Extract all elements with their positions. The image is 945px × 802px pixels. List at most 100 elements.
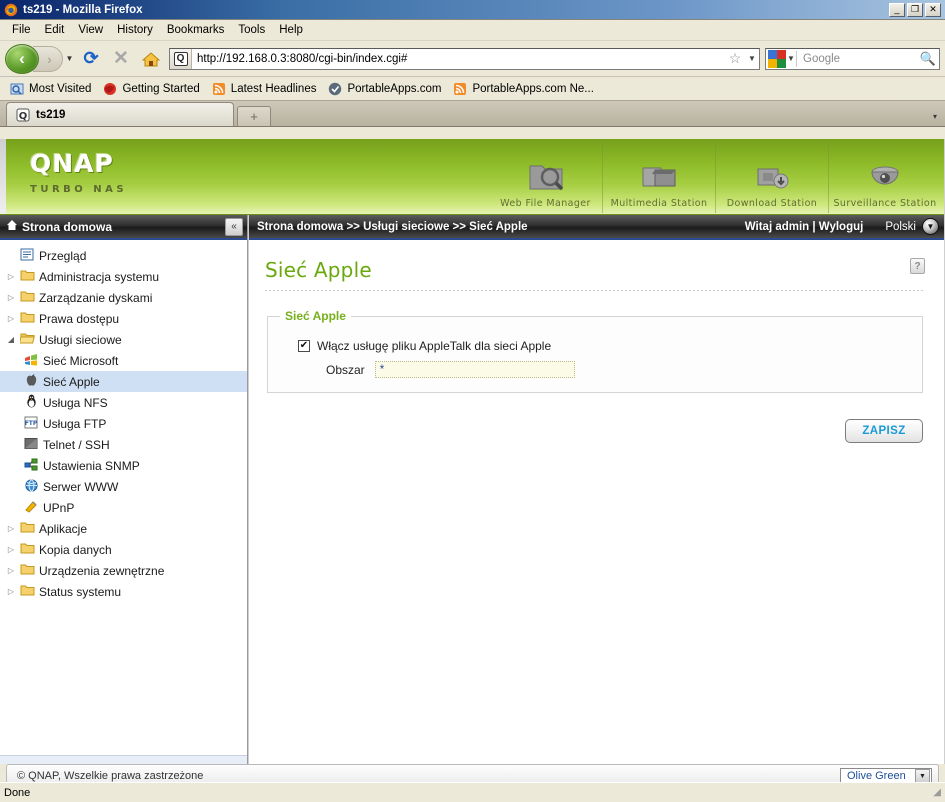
home-icon [6,219,18,234]
sidebar-item-label: Usługi sieciowe [39,332,122,347]
welcome-logout[interactable]: Witaj admin | Wyloguj [745,221,864,233]
sidebar-item-label: Zarządzanie dyskami [39,290,153,305]
tree-arrow-icon[interactable]: ▷ [4,545,18,554]
sidebar-item-usluga-nfs[interactable]: Usługa NFS [0,392,247,413]
sidebar-item-prawa-dostepu[interactable]: ▷ Prawa dostępu [0,308,247,329]
page-content: QNAP TURBO NAS Web File Manager Multimed… [0,139,945,764]
bookmark-getting-started[interactable]: Getting Started [99,79,205,99]
tree-arrow-icon[interactable]: ▷ [4,314,18,323]
tab-ts219[interactable]: Q ts219 [6,102,234,126]
qnap-banner: QNAP TURBO NAS Web File Manager Multimed… [0,139,945,215]
sidebar-item-administracja-systemu[interactable]: ▷ Administracja systemu [0,266,247,287]
sidebar-item-aplikacje[interactable]: ▷ Aplikacje [0,518,247,539]
resize-grip-icon[interactable]: ◢ [927,787,941,798]
sidebar-item-usluga-ftp[interactable]: FTP Usługa FTP [0,413,247,434]
tree-arrow-icon[interactable]: ▷ [4,293,18,302]
sidebar-item-uslugi-sieciowe[interactable]: ◢ Usługi sieciowe [0,329,247,350]
search-engine-caret-icon[interactable]: ▼ [786,50,797,67]
search-input[interactable]: Google [797,53,917,65]
bookmark-label: Most Visited [29,82,92,95]
folder-icon [18,269,36,284]
menu-bookmarks[interactable]: Bookmarks [160,22,232,38]
sidebar-item-telnet-ssh[interactable]: Telnet / SSH [0,434,247,455]
station-multimedia[interactable]: Multimedia Station [602,141,715,213]
bookmark-portableapps[interactable]: PortableApps.com [324,79,447,99]
bookmark-latest-headlines[interactable]: Latest Headlines [208,79,323,99]
tree-arrow-icon[interactable]: ▷ [4,566,18,575]
tab-strip: Q ts219 + ▾ [0,101,945,127]
qnap-favicon: Q [15,107,31,123]
bookmark-label: PortableApps.com Ne... [472,82,594,95]
url-input[interactable]: http://192.168.0.3:8080/cgi-bin/index.cg… [192,53,725,65]
sidebar-item-label: Ustawienia SNMP [43,458,140,473]
sidebar-item-ustawienia-snmp[interactable]: Ustawienia SNMP [0,455,247,476]
collapse-sidebar-button[interactable]: « [225,217,243,236]
ftp-icon: FTP [22,416,40,432]
station-surveillance[interactable]: Surveillance Station [828,141,941,213]
language-dropdown-icon[interactable]: ▼ [922,218,939,235]
menu-tools[interactable]: Tools [231,22,272,38]
bookmark-label: PortableApps.com [347,82,442,95]
minimize-button[interactable]: _ [889,2,905,17]
snmp-network-icon [22,458,40,474]
help-icon[interactable]: ? [910,258,925,274]
tree-arrow-icon[interactable]: ▷ [4,524,18,533]
enable-appletalk-row[interactable]: ✔ Włącz usługę pliku AppleTalk dla sieci… [298,339,910,353]
tree-arrow-icon[interactable]: ▷ [4,272,18,281]
search-bar[interactable]: ▼ Google 🔍 [765,47,940,70]
enable-appletalk-checkbox[interactable]: ✔ [298,340,310,352]
bookmark-portableapps-news[interactable]: PortableApps.com Ne... [449,79,599,99]
title-bar: ts219 - Mozilla Firefox _ ❐ ✕ [0,0,945,20]
sidebar-bottom-strip [0,755,247,764]
new-tab-button[interactable]: + [237,106,271,126]
firefox-icon [102,81,118,97]
window-title: ts219 - Mozilla Firefox [23,3,143,16]
sidebar-title: Strona domowa [22,219,113,234]
sidebar-item-urzadzenia-zewnetrzne[interactable]: ▷ Urządzenia zewnętrzne [0,560,247,581]
bookmarks-toolbar: Most Visited Getting Started Latest Head… [0,77,945,101]
menu-edit[interactable]: Edit [38,22,72,38]
tree-arrow-expanded-icon[interactable]: ◢ [4,335,18,344]
breadcrumb[interactable]: Strona domowa >> Usługi sieciowe >> Sieć… [257,221,745,233]
sidebar-item-label: Kopia danych [39,542,112,557]
bookmark-most-visited[interactable]: Most Visited [6,79,97,99]
station-links: Web File Manager Multimedia Station Down… [489,141,941,213]
sidebar-item-kopia-danych[interactable]: ▷ Kopia danych [0,539,247,560]
sidebar-item-label: Telnet / SSH [43,437,110,452]
search-icon[interactable]: 🔍 [917,51,939,67]
site-identity-box[interactable]: Q [170,48,192,69]
station-web-file-manager[interactable]: Web File Manager [489,141,602,213]
sidebar-item-siec-apple[interactable]: Sieć Apple [0,371,247,392]
menu-view[interactable]: View [71,22,110,38]
qnap-logo: QNAP TURBO NAS [30,149,127,195]
stop-icon[interactable]: ✕ [108,46,134,72]
sidebar-item-siec-microsoft[interactable]: Sieć Microsoft [0,350,247,371]
menu-history[interactable]: History [110,22,160,38]
sidebar-item-status-systemu[interactable]: ▷ Status systemu [0,581,247,602]
folder-icon [18,521,36,536]
google-icon[interactable] [768,49,786,68]
back-button[interactable]: ‹ [5,43,39,74]
sidebar-item-upnp[interactable]: UPnP [0,497,247,518]
history-dropdown-icon[interactable]: ▼ [63,46,76,72]
maximize-button[interactable]: ❐ [907,2,923,17]
sidebar-item-przeglad[interactable]: Przegląd [0,245,247,266]
navigation-toolbar: ‹ › ▼ ⟳ ✕ Q http://192.168.0.3:8080/cgi-… [0,41,945,77]
sidebar-item-zarzadzanie-dyskami[interactable]: ▷ Zarządzanie dyskami [0,287,247,308]
url-bar[interactable]: Q http://192.168.0.3:8080/cgi-bin/index.… [169,47,760,70]
tree-arrow-icon[interactable]: ▷ [4,587,18,596]
station-download[interactable]: Download Station [715,141,828,213]
sidebar-item-serwer-www[interactable]: Serwer WWW [0,476,247,497]
zone-input[interactable]: * [374,361,575,378]
bookmark-star-icon[interactable]: ☆ [725,50,745,67]
save-button[interactable]: ZAPISZ [845,419,923,443]
reload-icon[interactable]: ⟳ [78,46,104,72]
upnp-icon [22,500,40,516]
menu-help[interactable]: Help [272,22,310,38]
chevron-down-icon[interactable]: ▼ [745,54,759,63]
list-all-tabs-icon[interactable]: ▾ [925,106,945,126]
close-button[interactable]: ✕ [925,2,941,17]
menu-file[interactable]: File [5,22,38,38]
home-icon[interactable] [138,46,164,72]
button-row: ZAPISZ [265,419,925,443]
